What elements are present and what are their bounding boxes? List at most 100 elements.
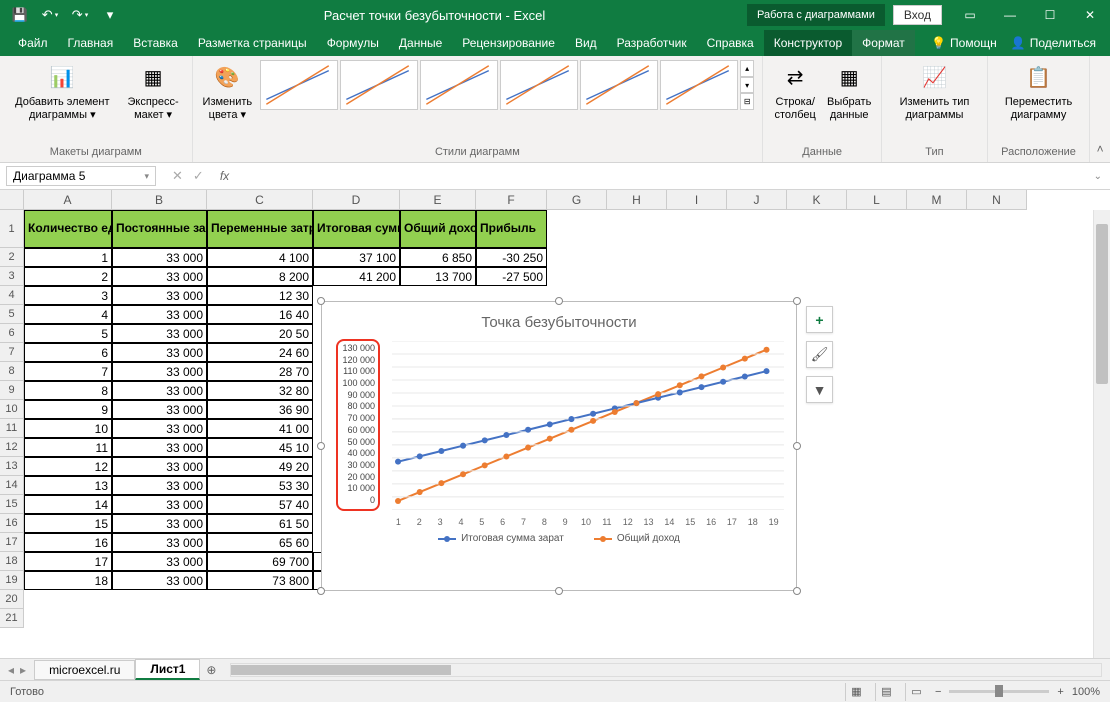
- col-header[interactable]: G: [547, 190, 607, 210]
- col-header[interactable]: B: [112, 190, 207, 210]
- close-icon[interactable]: ✕: [1070, 0, 1110, 30]
- expand-formula-icon[interactable]: ⌄: [1086, 171, 1110, 182]
- row-header[interactable]: 2: [0, 248, 24, 267]
- data-cell[interactable]: 41 00: [207, 419, 313, 438]
- data-cell[interactable]: 69 700: [207, 552, 313, 571]
- data-cell[interactable]: 28 70: [207, 362, 313, 381]
- data-cell[interactable]: 33 000: [112, 324, 207, 343]
- switch-row-col-button[interactable]: ⇄ Строка/столбец: [771, 60, 819, 124]
- chart-filters-button[interactable]: ▼: [806, 376, 833, 403]
- scroll-thumb[interactable]: [231, 665, 451, 675]
- data-cell[interactable]: 16 40: [207, 305, 313, 324]
- formula-input[interactable]: [235, 166, 1085, 186]
- add-chart-element-button[interactable]: 📊 Добавить элемент диаграммы ▾: [8, 60, 117, 124]
- tab-formulas[interactable]: Формулы: [317, 30, 389, 56]
- embedded-chart[interactable]: Точка безубыточности 130 000120 000110 0…: [321, 301, 797, 591]
- gallery-more-icon[interactable]: ⊟: [740, 93, 754, 110]
- col-header[interactable]: A: [24, 190, 112, 210]
- row-header[interactable]: 1: [0, 210, 24, 248]
- cancel-formula-icon[interactable]: ✕: [172, 168, 183, 184]
- data-cell[interactable]: 13: [24, 476, 112, 495]
- chart-elements-button[interactable]: +: [806, 306, 833, 333]
- tab-format[interactable]: Формат: [852, 30, 915, 56]
- chart-handle[interactable]: [317, 297, 325, 305]
- tab-review[interactable]: Рецензирование: [452, 30, 565, 56]
- chart-style-6[interactable]: [660, 60, 738, 110]
- header-cell[interactable]: Переменные затраты: [207, 210, 313, 248]
- save-icon[interactable]: 💾: [8, 3, 32, 27]
- row-header[interactable]: 4: [0, 286, 24, 305]
- tell-me-icon[interactable]: 💡 Помощн: [931, 36, 997, 50]
- data-cell[interactable]: 14: [24, 495, 112, 514]
- col-header[interactable]: I: [667, 190, 727, 210]
- row-header[interactable]: 7: [0, 343, 24, 362]
- data-cell[interactable]: 24 60: [207, 343, 313, 362]
- maximize-icon[interactable]: ☐: [1030, 0, 1070, 30]
- col-header[interactable]: E: [400, 190, 476, 210]
- chart-handle[interactable]: [317, 587, 325, 595]
- data-cell[interactable]: 53 30: [207, 476, 313, 495]
- zoom-level[interactable]: 100%: [1072, 686, 1100, 698]
- tab-file[interactable]: Файл: [8, 30, 58, 56]
- data-cell[interactable]: 49 20: [207, 457, 313, 476]
- page-break-view-icon[interactable]: ▭: [905, 683, 927, 701]
- tab-design[interactable]: Конструктор: [764, 30, 852, 56]
- data-cell[interactable]: 6 850: [400, 248, 476, 267]
- data-cell[interactable]: 33 000: [112, 286, 207, 305]
- page-layout-view-icon[interactable]: ▤: [875, 683, 897, 701]
- zoom-in-icon[interactable]: +: [1057, 686, 1063, 698]
- chart-style-4[interactable]: [500, 60, 578, 110]
- chart-style-2[interactable]: [340, 60, 418, 110]
- data-cell[interactable]: 8: [24, 381, 112, 400]
- col-header[interactable]: K: [787, 190, 847, 210]
- row-header[interactable]: 8: [0, 362, 24, 381]
- sheet-tab-2[interactable]: Лист1: [135, 659, 200, 680]
- chart-legend[interactable]: Итоговая сумма зарат Общий доход: [322, 527, 796, 544]
- data-cell[interactable]: 57 40: [207, 495, 313, 514]
- chart-plot-area[interactable]: [392, 341, 784, 510]
- data-cell[interactable]: 13 700: [400, 267, 476, 286]
- minimize-icon[interactable]: ―: [990, 0, 1030, 30]
- data-cell[interactable]: 8 200: [207, 267, 313, 286]
- header-cell[interactable]: Общий доход: [400, 210, 476, 248]
- data-cell[interactable]: 32 80: [207, 381, 313, 400]
- zoom-out-icon[interactable]: −: [935, 686, 941, 698]
- data-cell[interactable]: 10: [24, 419, 112, 438]
- data-cell[interactable]: 45 10: [207, 438, 313, 457]
- chart-handle[interactable]: [555, 587, 563, 595]
- col-header[interactable]: L: [847, 190, 907, 210]
- row-header[interactable]: 21: [0, 609, 24, 628]
- data-cell[interactable]: -30 250: [476, 248, 547, 267]
- row-header[interactable]: 18: [0, 552, 24, 571]
- data-cell[interactable]: 33 000: [112, 514, 207, 533]
- data-cell[interactable]: 20 50: [207, 324, 313, 343]
- data-cell[interactable]: 6: [24, 343, 112, 362]
- data-cell[interactable]: 33 000: [112, 419, 207, 438]
- chart-style-5[interactable]: [580, 60, 658, 110]
- data-cell[interactable]: 33 000: [112, 381, 207, 400]
- chart-title[interactable]: Точка безубыточности: [322, 302, 796, 337]
- col-header[interactable]: F: [476, 190, 547, 210]
- data-cell[interactable]: 33 000: [112, 533, 207, 552]
- data-cell[interactable]: 9: [24, 400, 112, 419]
- data-cell[interactable]: 41 200: [313, 267, 400, 286]
- quick-layout-button[interactable]: ▦ Экспресс-макет ▾: [123, 60, 184, 124]
- data-cell[interactable]: 5: [24, 324, 112, 343]
- data-cell[interactable]: 1: [24, 248, 112, 267]
- confirm-formula-icon[interactable]: ✓: [193, 168, 204, 184]
- chart-handle[interactable]: [555, 297, 563, 305]
- data-cell[interactable]: 73 800: [207, 571, 313, 590]
- data-cell[interactable]: 33 000: [112, 552, 207, 571]
- header-cell[interactable]: Количество ед. товара: [24, 210, 112, 248]
- sheet-tab-1[interactable]: microexcel.ru: [34, 660, 135, 680]
- col-header[interactable]: D: [313, 190, 400, 210]
- data-cell[interactable]: 2: [24, 267, 112, 286]
- data-cell[interactable]: 12: [24, 457, 112, 476]
- data-cell[interactable]: 33 000: [112, 438, 207, 457]
- col-header[interactable]: J: [727, 190, 787, 210]
- tab-home[interactable]: Главная: [58, 30, 124, 56]
- data-cell[interactable]: 33 000: [112, 571, 207, 590]
- qa-customize-icon[interactable]: ▾: [98, 3, 122, 27]
- select-all-corner[interactable]: [0, 190, 24, 210]
- zoom-slider[interactable]: [949, 690, 1049, 693]
